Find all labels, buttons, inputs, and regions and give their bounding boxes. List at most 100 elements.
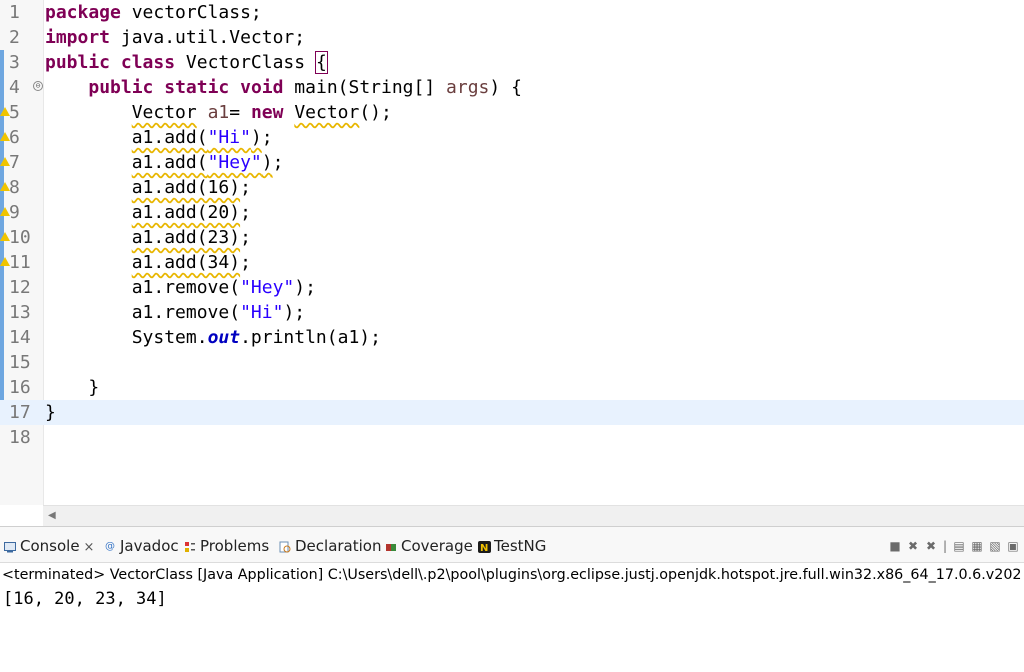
clear-console-icon[interactable]: ▤ xyxy=(952,539,966,553)
scroll-left-arrow-icon[interactable]: ◀ xyxy=(48,510,56,521)
line-number: 1 xyxy=(9,2,20,23)
line-number: 13 xyxy=(9,302,31,323)
word-wrap-icon[interactable]: ▧ xyxy=(988,539,1002,553)
code-line[interactable]: 12 a1.remove("Hey"); xyxy=(0,275,1024,300)
code-token: a1.add( xyxy=(131,152,208,173)
code-token: ) { xyxy=(489,77,522,98)
code-text[interactable]: a1.add(23); xyxy=(45,225,251,250)
warning-icon[interactable] xyxy=(0,207,10,217)
remove-launch-icon[interactable]: ✖ xyxy=(906,539,920,553)
code-text[interactable]: public static void main(String[] args) { xyxy=(45,75,522,100)
code-token: java.util.Vector; xyxy=(110,27,306,48)
code-line[interactable]: 4 ⊖ public static void main(String[] args… xyxy=(0,75,1024,100)
code-token: Vector xyxy=(131,102,197,123)
warning-icon[interactable] xyxy=(0,232,10,242)
code-editor[interactable]: 1 package vectorClass; 2 import java.util.V… xyxy=(0,0,1024,505)
code-text[interactable]: } xyxy=(45,400,56,425)
code-token: { xyxy=(314,51,328,74)
line-number: 8 xyxy=(9,177,20,198)
code-line[interactable]: 10 a1.add(23); xyxy=(0,225,1024,250)
code-line[interactable]: 8 a1.add(16); xyxy=(0,175,1024,200)
code-token: new xyxy=(250,102,284,123)
code-line[interactable]: 15 xyxy=(0,350,1024,375)
code-line[interactable]: 3 public class VectorClass { xyxy=(0,50,1024,75)
tab-declaration[interactable]: Declaration xyxy=(279,536,381,556)
code-token: a1.add( xyxy=(131,127,208,148)
code-token: a1.add(34) xyxy=(131,252,241,273)
code-token: ) xyxy=(250,127,262,148)
code-text[interactable]: a1.add("Hi"); xyxy=(45,125,273,150)
line-number: 12 xyxy=(9,277,31,298)
line-number: 7 xyxy=(9,152,20,173)
tab-console[interactable]: Console × xyxy=(4,536,94,556)
line-number: 4 xyxy=(9,77,20,98)
warning-icon[interactable] xyxy=(0,182,10,192)
code-line[interactable]: 11 a1.add(34); xyxy=(0,250,1024,275)
code-token: out xyxy=(207,327,241,348)
code-token: (); xyxy=(359,102,392,123)
code-line[interactable]: 16 } xyxy=(0,375,1024,400)
svg-text:N: N xyxy=(480,543,488,553)
code-text[interactable]: a1.add("Hey"); xyxy=(45,150,284,175)
code-text[interactable]: a1.add(20); xyxy=(45,200,251,225)
warning-icon[interactable] xyxy=(0,257,10,267)
horizontal-scrollbar[interactable]: ◀ xyxy=(43,505,1024,526)
line-number: 14 xyxy=(9,327,31,348)
code-line[interactable]: 5 Vector a1= new Vector(); xyxy=(0,100,1024,125)
tab-declaration-label: Declaration xyxy=(295,537,382,555)
code-text[interactable]: a1.remove("Hi"); xyxy=(45,300,305,325)
code-line[interactable]: 14 System.out.println(a1); xyxy=(0,325,1024,350)
console-toolbar: ■ ✖ ✖ | ▤ ▦ ▧ ▣ xyxy=(884,536,1020,554)
stop-icon[interactable]: ■ xyxy=(888,539,902,553)
code-text[interactable]: } xyxy=(45,375,99,400)
code-token: } xyxy=(45,402,56,423)
line-number: 10 xyxy=(9,227,31,248)
code-text[interactable]: Vector a1= new Vector(); xyxy=(45,100,392,125)
code-token: ; xyxy=(240,227,251,248)
code-line[interactable]: 7 a1.add("Hey"); xyxy=(0,150,1024,175)
code-line[interactable]: 6 a1.add("Hi"); xyxy=(0,125,1024,150)
code-line[interactable]: 1 package vectorClass; xyxy=(0,0,1024,25)
remove-all-terminated-icon[interactable]: ✖ xyxy=(924,539,938,553)
code-line[interactable]: 17} xyxy=(0,400,1024,425)
code-text[interactable]: a1.add(16); xyxy=(45,175,251,200)
warning-icon[interactable] xyxy=(0,132,10,142)
code-line[interactable]: 13 a1.remove("Hi"); xyxy=(0,300,1024,325)
testng-icon: N xyxy=(478,540,491,554)
code-token: System. xyxy=(45,327,208,348)
code-token: "Hey" xyxy=(207,152,262,173)
line-number: 16 xyxy=(9,377,31,398)
code-token: ) xyxy=(261,152,273,173)
scroll-lock-icon[interactable]: ▦ xyxy=(970,539,984,553)
open-console-icon[interactable]: ▣ xyxy=(1006,539,1020,553)
console-output: [16, 20, 23, 34] xyxy=(3,589,167,609)
code-text[interactable]: a1.remove("Hey"); xyxy=(45,275,316,300)
code-token: class xyxy=(120,52,176,73)
code-text[interactable]: System.out.println(a1); xyxy=(45,325,381,350)
close-icon[interactable]: × xyxy=(84,540,95,555)
code-line[interactable]: 2 import java.util.Vector; xyxy=(0,25,1024,50)
code-text[interactable]: package vectorClass; xyxy=(45,0,262,25)
warning-icon[interactable] xyxy=(0,107,10,117)
fold-toggle-icon[interactable]: ⊖ xyxy=(33,81,43,91)
code-token: vectorClass; xyxy=(120,2,262,23)
code-line[interactable]: 9 a1.add(20); xyxy=(0,200,1024,225)
warning-icon[interactable] xyxy=(0,157,10,167)
code-token: a1.remove( xyxy=(45,277,241,298)
tab-coverage[interactable]: Coverage xyxy=(385,536,473,556)
tab-javadoc[interactable]: @ Javadoc xyxy=(104,536,179,556)
code-text[interactable]: a1.add(34); xyxy=(45,250,251,275)
console-terminated-status: <terminated> VectorClass [Java Applicati… xyxy=(2,567,1022,583)
tab-problems[interactable]: Problems xyxy=(184,536,269,556)
code-text[interactable]: public class VectorClass { xyxy=(45,50,328,75)
tab-testng[interactable]: N TestNG xyxy=(478,536,546,556)
code-token: "Hi" xyxy=(240,302,284,323)
code-token: ); xyxy=(294,277,316,298)
console-icon xyxy=(4,541,16,553)
code-text[interactable]: import java.util.Vector; xyxy=(45,25,305,50)
code-line[interactable]: 18 xyxy=(0,425,1024,450)
